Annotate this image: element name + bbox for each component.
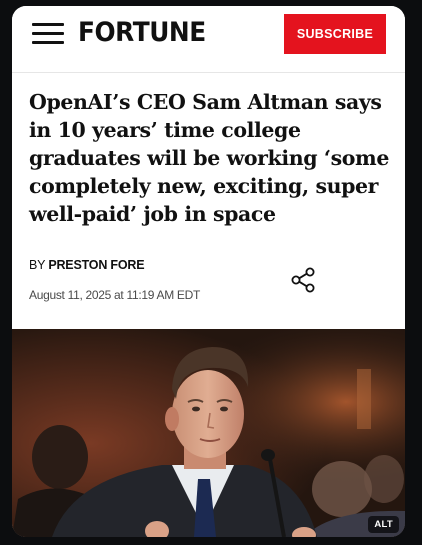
author-name[interactable]: PRESTON FORE bbox=[48, 258, 144, 272]
share-icon[interactable] bbox=[291, 267, 317, 293]
hamburger-menu-icon[interactable] bbox=[32, 23, 64, 45]
byline: BY PRESTON FORE bbox=[29, 258, 145, 272]
article-headline[interactable]: OpenAI’s CEO Sam Altman says in 10 years… bbox=[29, 88, 389, 228]
header-divider bbox=[12, 72, 405, 73]
alt-text-badge[interactable]: ALT bbox=[368, 516, 399, 533]
post-card[interactable]: FORTUNE SUBSCRIBE OpenAI’s CEO Sam Altma… bbox=[12, 6, 405, 537]
article-photo[interactable]: ALT bbox=[12, 329, 405, 537]
site-header: FORTUNE SUBSCRIBE bbox=[12, 6, 405, 74]
publish-date: August 11, 2025 at 11:19 AM EDT bbox=[29, 288, 201, 302]
fortune-logo[interactable]: FORTUNE bbox=[78, 16, 206, 50]
subscribe-button[interactable]: SUBSCRIBE bbox=[284, 14, 386, 54]
byline-prefix: BY bbox=[29, 258, 46, 272]
